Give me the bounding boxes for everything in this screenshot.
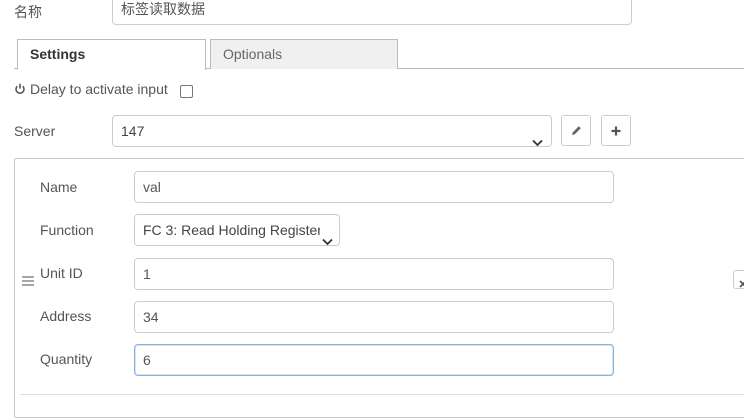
power-icon (14, 83, 26, 95)
node-name-label: 名称 (14, 4, 42, 20)
server-select-value: 147 (121, 123, 145, 139)
plus-icon (611, 126, 621, 136)
unit-id-label: Unit ID (40, 265, 83, 281)
delay-label: Delay to activate input (30, 81, 168, 97)
tab-optionals[interactable]: Optionals (210, 39, 398, 69)
unit-id-input[interactable]: 1 (134, 258, 614, 290)
server-label: Server (14, 123, 56, 139)
name-label: Name (40, 179, 78, 195)
chevron-down-icon (320, 226, 333, 245)
add-server-button[interactable] (601, 115, 631, 146)
close-icon (739, 275, 744, 291)
delay-checkbox[interactable] (180, 85, 193, 98)
name-input[interactable]: val (134, 171, 614, 203)
function-select-value: FC 3: Read Holding Registers (143, 222, 329, 238)
pencil-icon (571, 125, 582, 136)
delay-row: Delay to activate input (14, 81, 168, 97)
tab-settings[interactable]: Settings (17, 39, 206, 70)
address-label: Address (40, 308, 92, 324)
quantity-input[interactable]: 6 (134, 344, 614, 376)
server-select[interactable]: 147 (112, 115, 552, 147)
item-divider (20, 394, 744, 395)
quantity-label: Quantity (40, 351, 93, 367)
drag-handle-icon[interactable] (22, 273, 34, 289)
remove-item-button[interactable] (733, 270, 744, 289)
node-name-input[interactable]: 标签读取数据 (112, 0, 632, 25)
edit-server-button[interactable] (561, 115, 591, 146)
address-input[interactable]: 34 (134, 301, 614, 333)
function-label: Function (40, 222, 94, 238)
function-select[interactable]: FC 3: Read Holding Registers (134, 214, 340, 246)
chevron-down-icon (532, 127, 543, 146)
